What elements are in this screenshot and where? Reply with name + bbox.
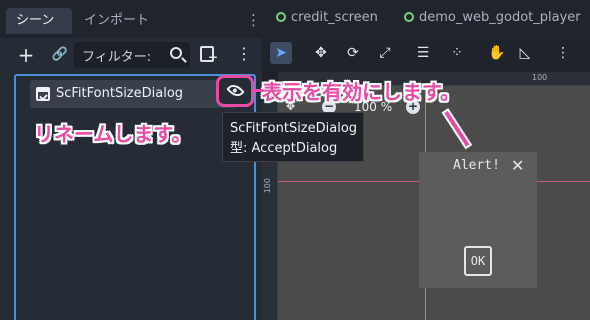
scale-tool-icon[interactable]: ⤢	[376, 44, 394, 62]
dock-menu-icon[interactable]: ⋮	[246, 10, 261, 30]
dialog-preview: Alert! ✕ OK	[419, 152, 537, 288]
scene-tree: ScFitFontSizeDialog	[14, 74, 256, 320]
tab-import[interactable]: インポート	[84, 8, 149, 34]
accept-dialog-icon	[36, 87, 50, 101]
close-icon: ✕	[511, 156, 525, 175]
pivot-tool-icon[interactable]: ⁘	[448, 44, 466, 62]
ruler-tick-label: 100	[532, 73, 548, 82]
node-tooltip: ScFitFontSizeDialog 型: AcceptDialog	[222, 112, 364, 162]
search-icon	[170, 47, 182, 59]
tooltip-node-name: ScFitFontSizeDialog	[230, 121, 358, 136]
tooltip-node-type: 型: AcceptDialog	[230, 141, 338, 156]
rotate-tool-icon[interactable]: ⟳	[344, 44, 362, 62]
annotation-rename: リネームします。	[34, 122, 192, 146]
visibility-toggle-button[interactable]	[216, 75, 254, 107]
ruler-tool-icon[interactable]: ◺	[516, 44, 534, 62]
dock-tabbar: シーン インポート ⋮	[0, 0, 262, 38]
dialog-ok-button: OK	[464, 246, 492, 276]
scene-icon	[404, 12, 414, 22]
tab-demo-web-godot-player[interactable]: demo_web_godot_player	[404, 10, 581, 30]
filter-placeholder: フィルター:	[82, 50, 152, 65]
pan-tool-icon[interactable]: ✋	[488, 44, 506, 62]
annotation-enable-visibility: 表示を有効にします。	[262, 80, 460, 104]
tab-scene[interactable]: シーン	[6, 8, 72, 34]
link-icon[interactable]: 🔗	[50, 45, 70, 65]
scene-tabbar: credit_screen demo_web_godot_player	[262, 0, 590, 38]
node-name: ScFitFontSizeDialog	[56, 86, 184, 101]
list-select-tool-icon[interactable]: ☰	[414, 44, 432, 62]
scene-menu-icon[interactable]: ⋮	[236, 44, 252, 64]
attach-script-icon[interactable]	[200, 46, 218, 64]
tab-credit-screen[interactable]: credit_screen	[276, 10, 378, 30]
filter-input[interactable]: フィルター:	[74, 42, 190, 68]
move-tool-icon[interactable]: ✥	[312, 44, 330, 62]
tree-item-scfitfontsizedialog[interactable]: ScFitFontSizeDialog	[30, 80, 238, 108]
scene-icon	[276, 12, 286, 22]
add-node-button[interactable]: +	[16, 45, 36, 65]
eye-icon	[226, 81, 245, 100]
ruler-tick-label: 100	[263, 178, 272, 194]
dialog-title: Alert!	[453, 158, 500, 173]
select-tool-icon[interactable]: ➤	[270, 42, 292, 64]
snap-options-icon[interactable]: ⋮	[554, 44, 572, 62]
